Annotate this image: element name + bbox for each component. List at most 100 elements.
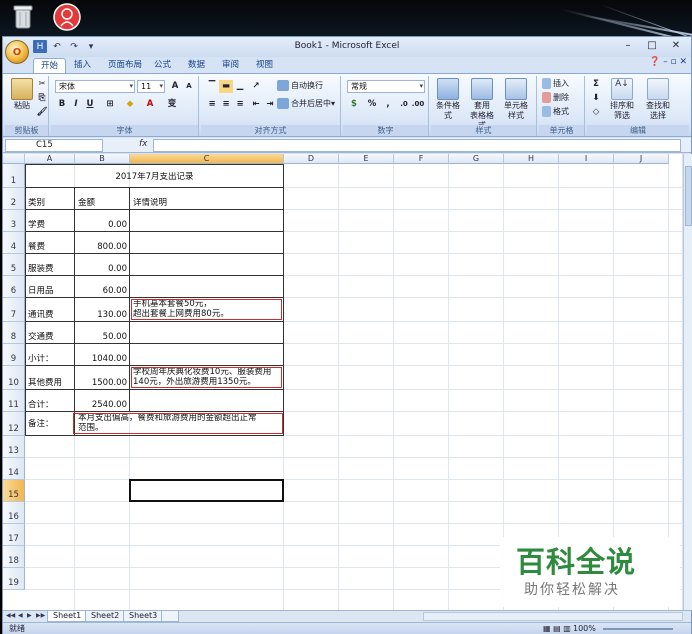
sheet-tab-3[interactable]: Sheet3 [123, 611, 164, 622]
app-shortcut-icon[interactable] [52, 2, 82, 32]
italic-button[interactable]: I [69, 98, 83, 111]
category-cell[interactable]: 餐费 [28, 242, 72, 252]
tab-view[interactable]: 视图 [249, 58, 280, 73]
row-header-8[interactable]: 8 [3, 322, 25, 344]
border-icon[interactable]: ⊞ [103, 98, 117, 111]
row-header-16[interactable]: 16 [3, 502, 25, 524]
comma-button[interactable]: , [381, 98, 395, 111]
sheet-tab-1[interactable]: Sheet1 [47, 611, 88, 622]
column-header-g[interactable]: G [449, 154, 504, 164]
tab-home[interactable]: 开始 [33, 58, 67, 73]
sheet-tab-2[interactable]: Sheet2 [85, 611, 126, 622]
amount-cell[interactable]: 2540.00 [78, 400, 127, 410]
formula-input[interactable] [153, 139, 681, 152]
header-amount[interactable]: 金额 [78, 198, 127, 208]
amount-cell[interactable]: 1500.00 [78, 378, 127, 388]
clear-icon[interactable]: ◇ [589, 106, 603, 119]
column-header-d[interactable]: D [284, 154, 339, 164]
increase-indent-icon[interactable]: ⇥ [263, 98, 277, 111]
format-cells-button[interactable]: 格式 [542, 106, 569, 117]
amount-cell[interactable]: 130.00 [78, 310, 127, 320]
format-as-table-button[interactable]: 套用表格格式 [467, 78, 497, 131]
row-header-1[interactable]: 1 [3, 164, 25, 188]
amount-cell[interactable]: 800.00 [78, 242, 127, 252]
column-header-c[interactable]: C [130, 154, 284, 164]
column-header-h[interactable]: H [504, 154, 559, 164]
row-header-5[interactable]: 5 [3, 254, 25, 276]
horizontal-scrollbar[interactable] [423, 612, 683, 621]
find-select-button[interactable]: 查找和 选择 [643, 78, 673, 121]
row-header-18[interactable]: 18 [3, 546, 25, 568]
row-header-10[interactable]: 10 [3, 366, 25, 390]
font-size-combo[interactable]: 11 ▾ [137, 80, 165, 93]
category-cell[interactable]: 通讯费 [28, 310, 72, 320]
category-cell[interactable]: 日用品 [28, 286, 72, 296]
amount-cell[interactable]: 50.00 [78, 332, 127, 342]
align-bottom-icon[interactable]: ▁ [233, 80, 247, 93]
tab-insert[interactable]: 插入 [67, 58, 98, 73]
row-header-14[interactable]: 14 [3, 458, 25, 480]
last-sheet-icon[interactable]: ▶▶ [36, 612, 45, 619]
grow-font-button[interactable]: A [168, 80, 182, 93]
header-category[interactable]: 类别 [28, 198, 72, 208]
row-header-17[interactable]: 17 [3, 524, 25, 546]
category-cell[interactable]: 合计： [28, 400, 72, 410]
merge-center-button[interactable]: 合并后居中 ▾ [277, 98, 335, 109]
align-left-icon[interactable]: ≡ [205, 98, 219, 111]
font-name-combo[interactable]: 宋体 ▾ [55, 80, 135, 93]
font-color-icon[interactable]: A [143, 98, 157, 111]
row-header-11[interactable]: 11 [3, 390, 25, 412]
row-header-2[interactable]: 2 [3, 188, 25, 210]
align-top-icon[interactable]: ▔ [205, 80, 219, 93]
copy-icon[interactable]: ⎘ [35, 92, 49, 105]
row-header-15[interactable]: 15 [3, 480, 25, 502]
tab-data[interactable]: 数据 [181, 58, 212, 73]
align-center-icon[interactable]: ≡ [219, 98, 233, 111]
align-right-icon[interactable]: ≡ [233, 98, 247, 111]
view-buttons[interactable]: ▦ ▤ ▥ [543, 623, 571, 634]
sort-filter-button[interactable]: A↓ 排序和 筛选 [607, 78, 637, 121]
tab-review[interactable]: 审阅 [215, 58, 246, 73]
underline-button[interactable]: U [83, 98, 97, 111]
row-header-4[interactable]: 4 [3, 232, 25, 254]
insert-sheet-icon[interactable] [161, 611, 179, 622]
decrease-indent-icon[interactable]: ⇤ [249, 98, 263, 111]
row-header-13[interactable]: 13 [3, 436, 25, 458]
select-all-corner[interactable] [3, 154, 25, 164]
category-cell[interactable]: 小计： [28, 354, 72, 364]
row-header-19[interactable]: 19 [3, 568, 25, 590]
column-header-a[interactable]: A [25, 154, 75, 164]
amount-cell[interactable]: 0.00 [78, 220, 127, 230]
wrap-text-button[interactable]: 自动换行 [277, 80, 323, 91]
category-cell[interactable]: 其他费用 [28, 378, 72, 388]
prev-sheet-icon[interactable]: ◀ [18, 612, 23, 619]
category-cell[interactable]: 学费 [28, 220, 72, 230]
insert-function-icon[interactable]: fx [139, 139, 148, 149]
vertical-scroll-thumb[interactable] [685, 166, 692, 226]
category-cell[interactable]: 服装费 [28, 264, 72, 274]
maximize-button[interactable]: □ [641, 39, 663, 54]
autosum-button[interactable]: Σ [589, 78, 603, 91]
table-title[interactable]: 2017年7月支出记录 [28, 172, 281, 182]
bold-button[interactable]: B [55, 98, 69, 111]
zoom-level[interactable]: 100% [573, 623, 596, 634]
column-header-e[interactable]: E [339, 154, 394, 164]
next-sheet-icon[interactable]: ▶ [27, 612, 32, 619]
header-details[interactable]: 详情说明 [133, 198, 281, 208]
category-cell[interactable]: 交通费 [28, 332, 72, 342]
minimize-button[interactable]: – [617, 39, 639, 54]
cut-icon[interactable]: ✂ [35, 78, 49, 91]
currency-icon[interactable]: $ [347, 98, 361, 111]
increase-decimal-icon[interactable]: .0 [397, 98, 411, 111]
column-header-i[interactable]: I [559, 154, 614, 164]
fill-icon[interactable]: ⬇ [589, 92, 603, 105]
delete-cells-button[interactable]: 删除 [542, 92, 569, 103]
percent-button[interactable]: % [365, 98, 379, 111]
recycle-bin-icon[interactable] [8, 2, 38, 32]
zoom-slider[interactable] [603, 628, 673, 630]
phonetic-button[interactable]: 变 [165, 98, 179, 111]
conditional-format-button[interactable]: 条件格式 [433, 78, 463, 121]
shrink-font-button[interactable]: A [182, 80, 196, 93]
decrease-decimal-icon[interactable]: .00 [411, 98, 425, 111]
active-cell[interactable] [129, 479, 284, 502]
